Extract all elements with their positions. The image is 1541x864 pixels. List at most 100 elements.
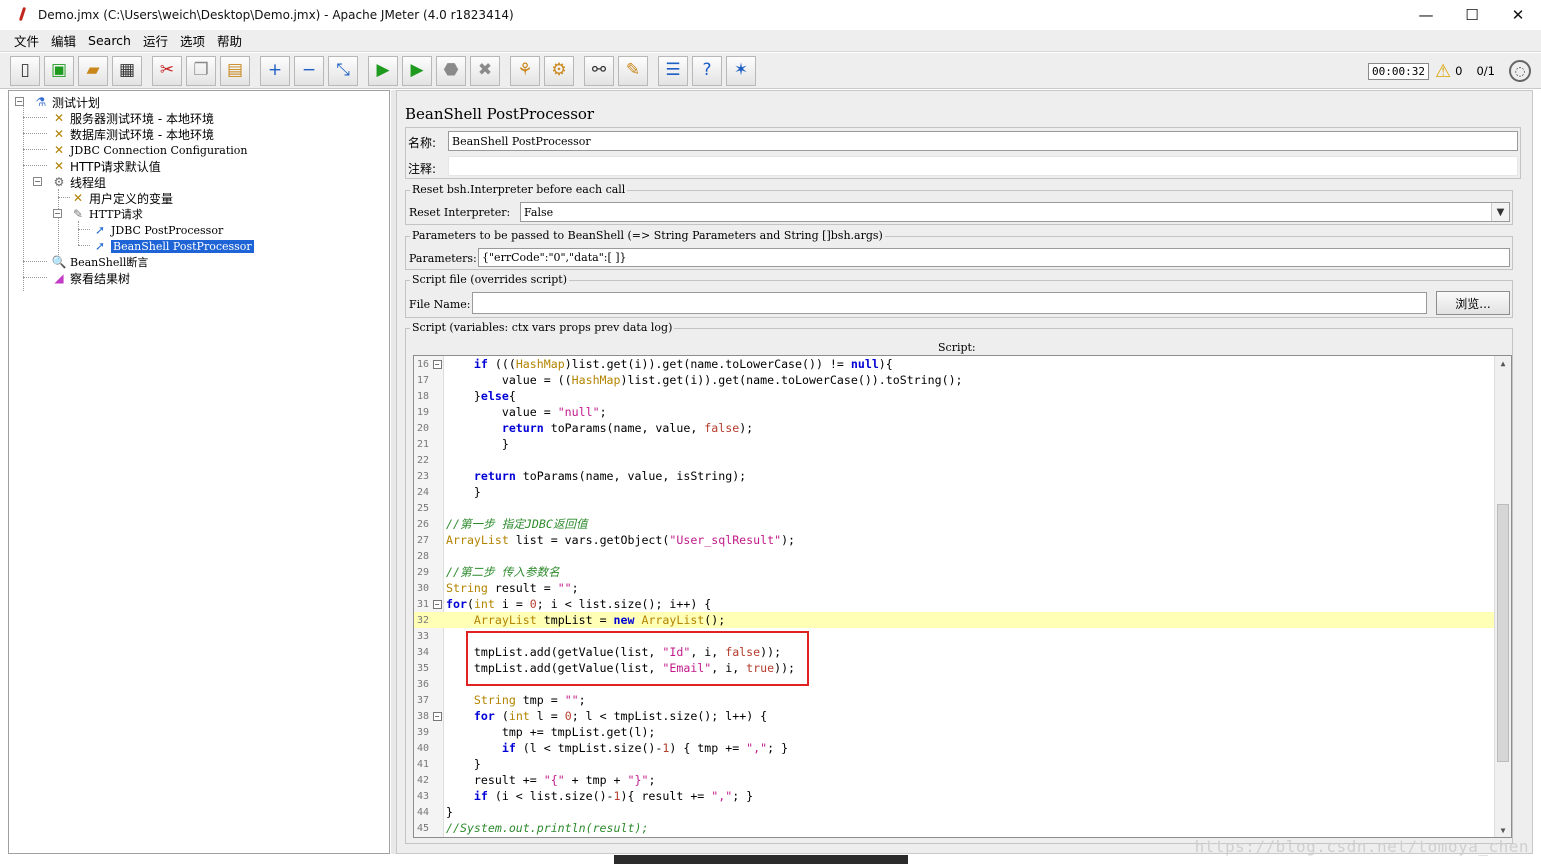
close-button[interactable]: ✕ — [1495, 0, 1541, 30]
code-line[interactable]: 44} — [414, 804, 1495, 820]
tree-node-beanshell-postprocessor[interactable]: ➚ BeanShell PostProcessor — [92, 238, 254, 254]
code-line[interactable]: 21 } — [414, 436, 1495, 452]
browse-button[interactable]: 浏览... — [1436, 291, 1510, 315]
code-line[interactable]: 40 if (l < tmpList.size()-1) { tmp += ",… — [414, 740, 1495, 756]
code-line[interactable]: 42 result += "{" + tmp + "}"; — [414, 772, 1495, 788]
sampler-icon: ✎ — [72, 207, 84, 221]
reset-interpreter-select[interactable]: False ▼ — [520, 202, 1510, 222]
active-threads: 0/1 — [1476, 64, 1495, 78]
menu-search[interactable]: Search — [88, 33, 131, 48]
code-line[interactable]: 19 value = "null"; — [414, 404, 1495, 420]
tree-node-thread-group[interactable]: ⚙ 线程组 — [51, 174, 106, 190]
editor-vertical-scrollbar[interactable]: ▲ ▼ — [1494, 356, 1511, 837]
scroll-up-icon[interactable]: ▲ — [1495, 356, 1511, 370]
scrollbar-thumb[interactable] — [1497, 504, 1509, 762]
minimize-button[interactable]: — — [1403, 0, 1449, 30]
toggle-button[interactable]: ⤡ — [328, 55, 358, 86]
shutdown-button[interactable]: ✖ — [470, 55, 500, 86]
code-line[interactable]: 28 — [414, 548, 1495, 564]
file-name-input[interactable] — [472, 292, 1427, 314]
remote-button[interactable]: ✶ — [726, 55, 756, 86]
code-line[interactable]: 16− if (((HashMap)list.get(i)).get(name.… — [414, 356, 1495, 372]
code-line[interactable]: 39 tmp += tmpList.get(l); — [414, 724, 1495, 740]
script-group-title: Script (variables: ctx vars props prev d… — [410, 321, 675, 334]
function-helper-button[interactable]: ☰ — [658, 55, 688, 86]
start-no-pause-button[interactable]: ▶ — [402, 55, 432, 86]
menu-edit[interactable]: 编辑 — [51, 31, 76, 50]
search-button[interactable]: ⚯ — [584, 55, 614, 86]
comment-input[interactable] — [448, 156, 1518, 176]
menu-help[interactable]: 帮助 — [217, 31, 242, 50]
code-line[interactable]: 37 String tmp = ""; — [414, 692, 1495, 708]
elapsed-timer: 00:00:32 — [1368, 62, 1430, 80]
tree-node-results-tree[interactable]: ◢ 察看结果树 — [51, 270, 130, 286]
collapse-test-plan-toggle[interactable]: − — [15, 97, 24, 106]
fold-toggle-icon[interactable]: − — [432, 359, 442, 369]
tree-node-user-vars[interactable]: ✕ 用户定义的变量 — [70, 190, 173, 206]
warning-icon[interactable]: ⚠ — [1435, 61, 1451, 82]
scroll-down-icon[interactable]: ▼ — [1495, 823, 1511, 837]
cut-button[interactable]: ✂ — [152, 55, 182, 86]
thread-group-icon: ⚙ — [53, 175, 65, 189]
copy-button[interactable]: ❐ — [186, 55, 216, 86]
code-line[interactable]: 17 value = ((HashMap)list.get(i)).get(na… — [414, 372, 1495, 388]
stop-button[interactable]: ⬣ — [436, 55, 466, 86]
save-button[interactable]: ▦ — [112, 55, 142, 86]
menu-options[interactable]: 选项 — [180, 31, 205, 50]
code-line[interactable]: 20 return toParams(name, value, false); — [414, 420, 1495, 436]
code-line[interactable]: 43 if (i < list.size()-1){ result += ","… — [414, 788, 1495, 804]
save-disk-icon: ▦ — [118, 60, 136, 80]
code-line[interactable]: 30 String result = ""; — [414, 580, 1495, 596]
name-input[interactable]: BeanShell PostProcessor — [448, 131, 1518, 151]
code-line[interactable]: 32 ArrayList tmpList = new ArrayList(); — [414, 612, 1495, 628]
line-number: 44 — [417, 806, 430, 818]
code-line[interactable]: 31− for(int i = 0; i < list.size(); i++) … — [414, 596, 1495, 612]
clear-all-button[interactable]: ⚙ — [544, 55, 574, 86]
code-line[interactable]: 27 ArrayList list = vars.getObject("User_… — [414, 532, 1495, 548]
fold-toggle-icon[interactable]: − — [432, 599, 442, 609]
tree-node-http-request[interactable]: ✎ HTTP请求 — [70, 206, 143, 222]
parameters-input[interactable]: {"errCode":"0","data":[ ]} — [478, 248, 1510, 267]
menu-file[interactable]: 文件 — [14, 31, 39, 50]
help-button[interactable]: ? — [692, 55, 722, 86]
clear-button[interactable]: ⚘ — [510, 55, 540, 86]
reset-search-button[interactable]: ✎ — [618, 55, 648, 86]
tree-node-db-env[interactable]: ✕ 数据库测试环境 - 本地环境 — [51, 126, 214, 142]
paste-button[interactable]: ▤ — [220, 55, 250, 86]
code-line[interactable]: 41 } — [414, 756, 1495, 772]
maximize-button[interactable]: ☐ — [1449, 0, 1495, 30]
code-line[interactable]: 38− for (int l = 0; l < tmpList.size(); … — [414, 708, 1495, 724]
code-line[interactable]: 25 — [414, 500, 1495, 516]
tree-node-test-plan[interactable]: ⚗ 测试计划 — [33, 94, 100, 110]
chevron-down-icon[interactable]: ▼ — [1491, 203, 1509, 221]
collapse-all-button[interactable]: − — [294, 55, 324, 86]
config-element-icon: ✕ — [53, 111, 65, 125]
code-line[interactable]: 22 — [414, 452, 1495, 468]
collapse-http-request-toggle[interactable]: − — [53, 209, 62, 218]
tree-node-server-env[interactable]: ✕ 服务器测试环境 - 本地环境 — [51, 110, 214, 126]
code-line[interactable]: 18 }else{ — [414, 388, 1495, 404]
fold-toggle-icon[interactable]: − — [432, 711, 442, 721]
templates-button[interactable]: ▣ — [44, 55, 74, 86]
start-button[interactable]: ▶ — [368, 55, 398, 86]
tree-node-jdbc-config[interactable]: ✕ JDBC Connection Configuration — [51, 142, 248, 158]
code-line[interactable]: 26 //第一步 指定JDBC返回值 — [414, 516, 1495, 532]
code-line[interactable]: 29 //第二步 传入参数名 — [414, 564, 1495, 580]
warning-count: 0 — [1455, 64, 1463, 78]
code-line[interactable]: 23 return toParams(name, value, isString… — [414, 468, 1495, 484]
code-line[interactable]: 45 //System.out.println(result); — [414, 820, 1495, 836]
tree-node-http-defaults[interactable]: ✕ HTTP请求默认值 — [51, 158, 161, 174]
taskbar-peek — [614, 855, 908, 864]
reset-interpreter-label: Reset Interpreter: — [409, 206, 511, 219]
line-number: 26 — [417, 518, 430, 530]
script-editor[interactable]: 16− if (((HashMap)list.get(i)).get(name.… — [413, 355, 1512, 838]
new-button[interactable]: ▯ — [10, 55, 40, 86]
menu-run[interactable]: 运行 — [143, 31, 168, 50]
open-button[interactable]: ▰ — [78, 55, 108, 86]
tree-node-jdbc-postprocessor[interactable]: ➚ JDBC PostProcessor — [92, 222, 223, 238]
expand-all-button[interactable]: + — [260, 55, 290, 86]
tree-node-beanshell-assertion[interactable]: 🔍 BeanShell断言 — [51, 254, 149, 270]
collapse-thread-group-toggle[interactable]: − — [33, 177, 42, 186]
code-line[interactable]: 24 } — [414, 484, 1495, 500]
line-number: 28 — [417, 550, 430, 562]
